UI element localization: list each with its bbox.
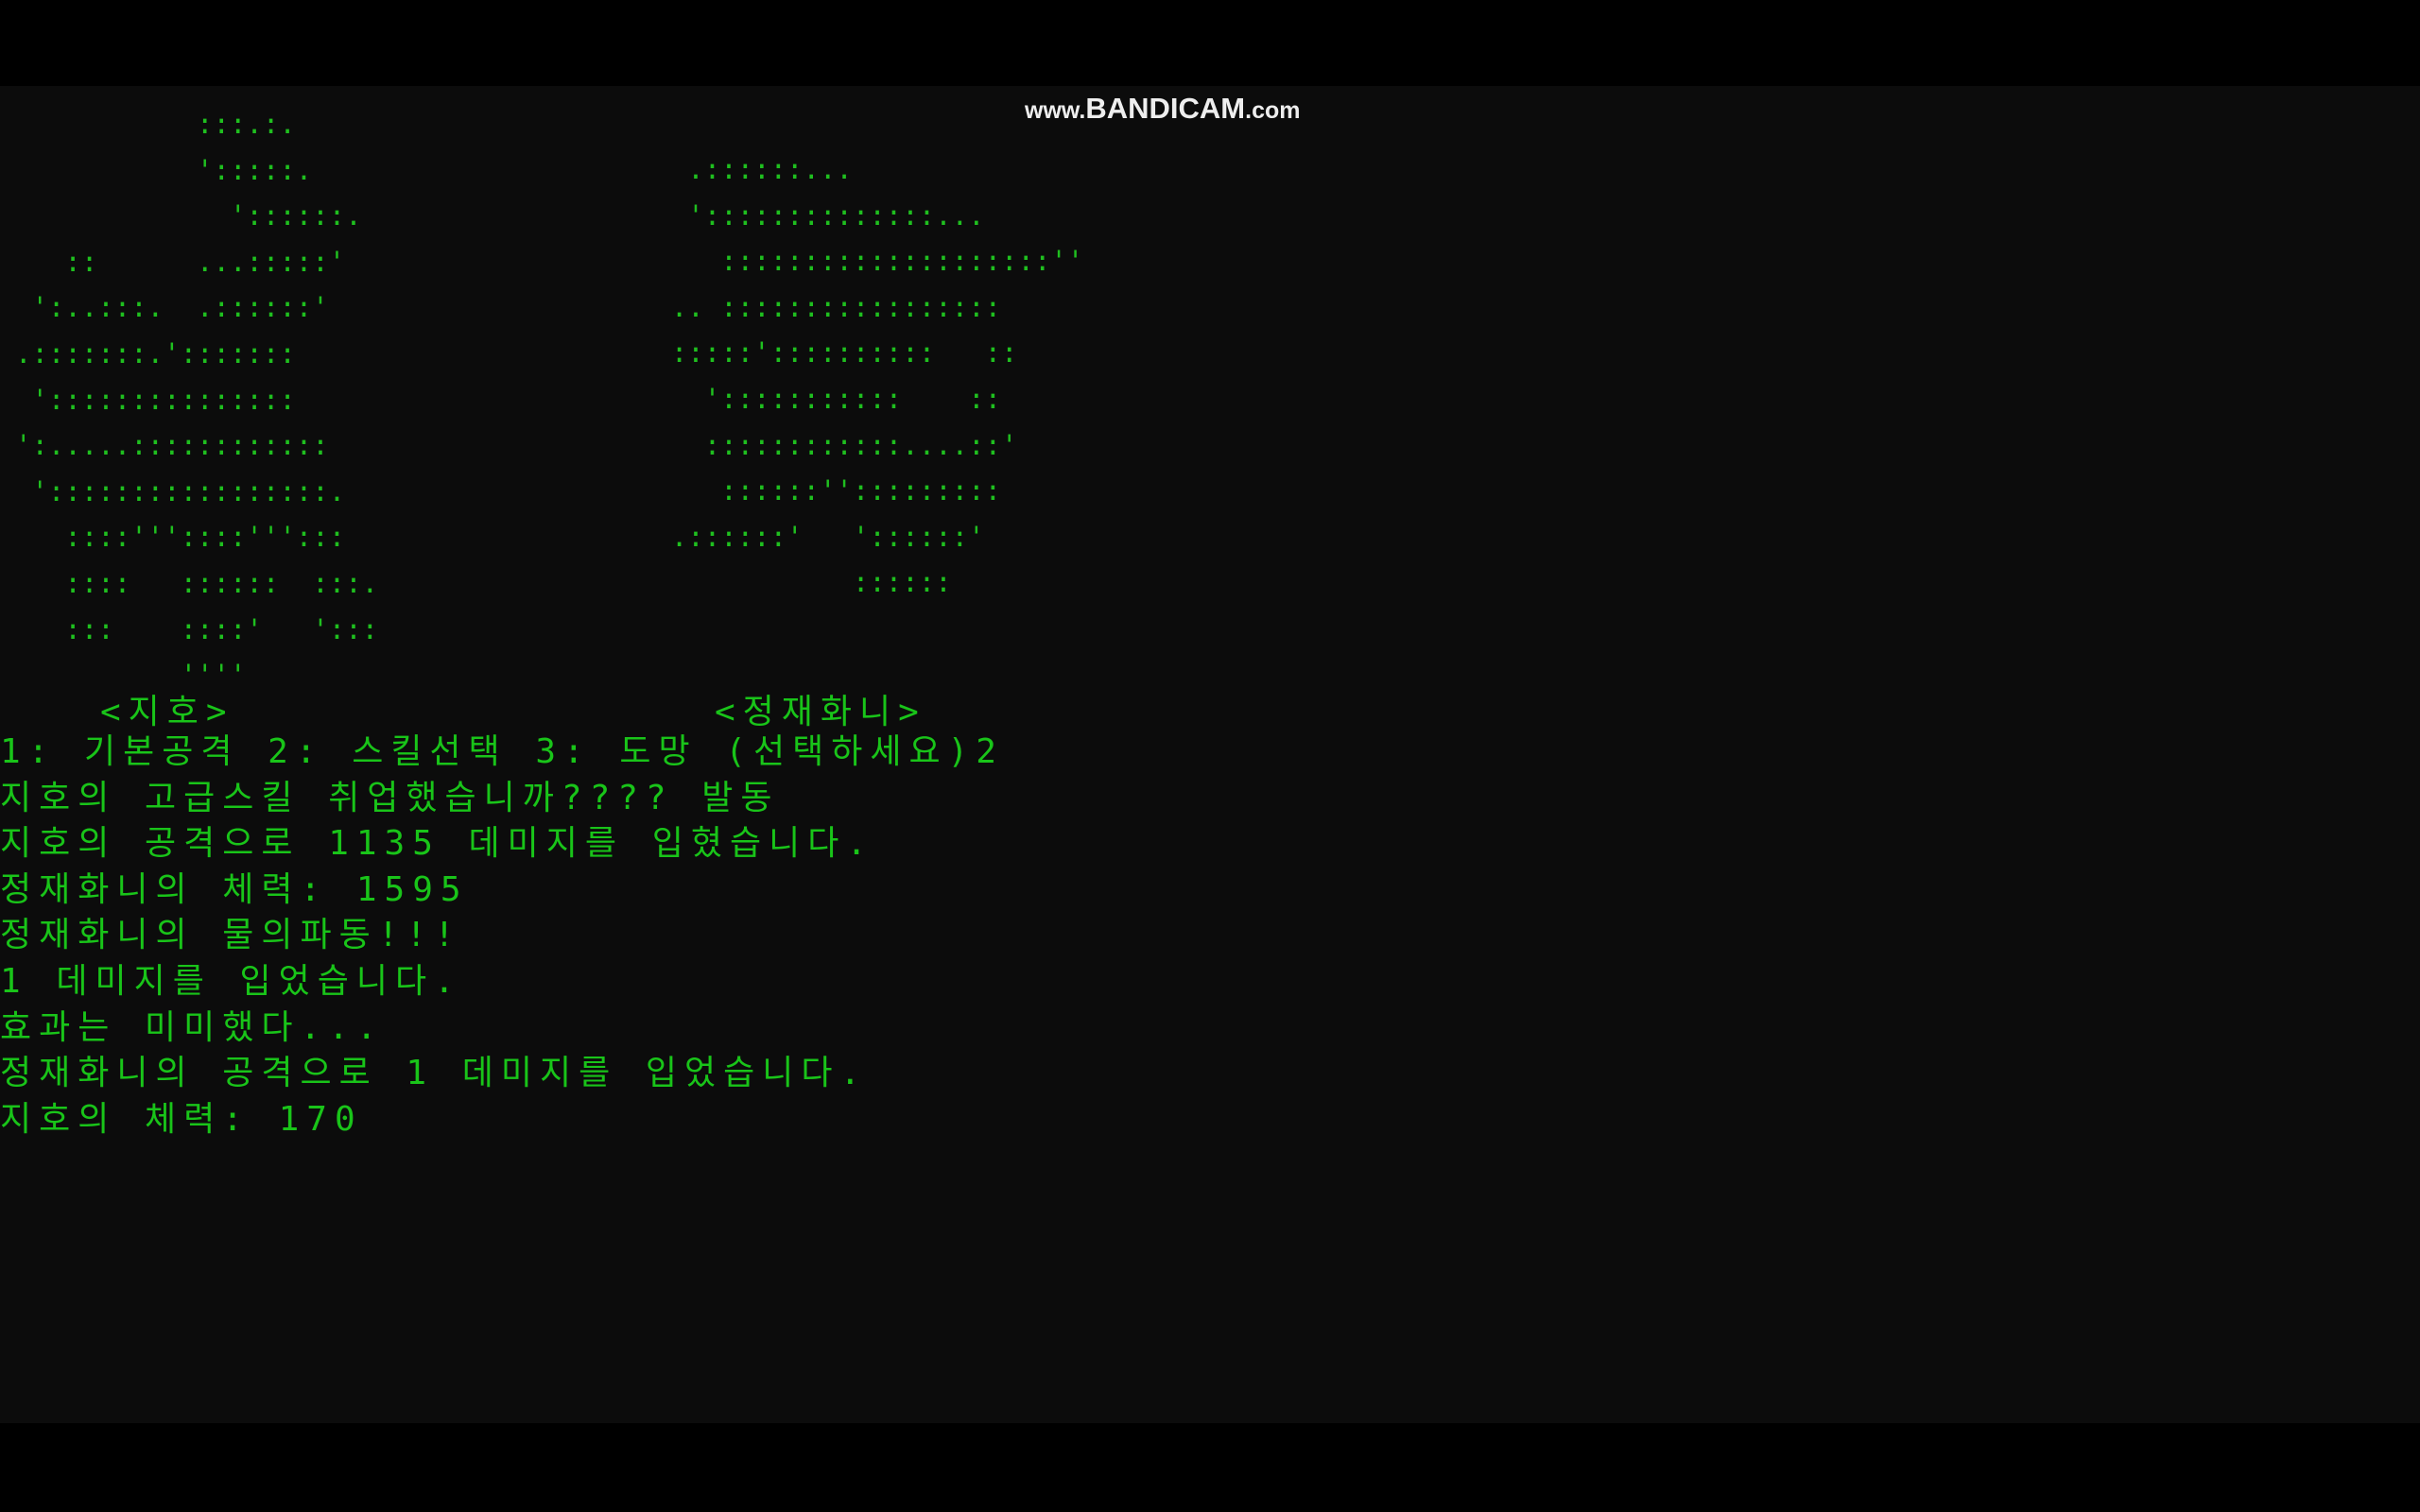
log-line: 지호의 고급스킬 취업했습니까???? 발동 (0, 778, 780, 817)
enemy-hp-line: 정재화니의 체력: 1595 (0, 869, 469, 909)
log-line: 정재화니의 공격으로 1 데미지를 입었습니다. (0, 1054, 869, 1093)
player-name-label: <지호> (100, 693, 234, 731)
log-line: 1 데미지를 입었습니다. (0, 961, 462, 1001)
log-line: 효과는 미미했다... (0, 1007, 385, 1047)
video-frame: :::.:. ':::::. '::::::. :: ...:::::' ':.… (0, 0, 2420, 1512)
menu-prompt-line: 1: 기본공격 2: 스킬선택 3: 도망 (선택하세요)2 (0, 732, 1004, 771)
enemy-name-label: <정재화니> (715, 693, 926, 731)
enemy-ascii-art: .::::::... '::::::::::::::... ::::::::::… (670, 153, 1084, 599)
watermark-suffix: .com (1245, 97, 1301, 124)
battle-log: 1: 기본공격 2: 스킬선택 3: 도망 (선택하세요)2 지호의 고급스킬 … (0, 730, 1004, 1143)
watermark-brand: BANDICAM (1085, 92, 1246, 125)
player-hp-line: 지호의 체력: 170 (0, 1099, 363, 1139)
watermark-prefix: www. (1025, 97, 1086, 124)
log-line: 지호의 공격으로 1135 데미지를 입혔습니다. (0, 824, 874, 864)
console-window: :::.:. ':::::. '::::::. :: ...:::::' ':.… (0, 86, 2420, 1423)
log-line: 정재화니의 물의파동!!! (0, 916, 462, 955)
player-ascii-art: :::.:. ':::::. '::::::. :: ...:::::' ':.… (15, 108, 379, 692)
bandicam-watermark: www.BANDICAM.com (1025, 92, 1300, 126)
